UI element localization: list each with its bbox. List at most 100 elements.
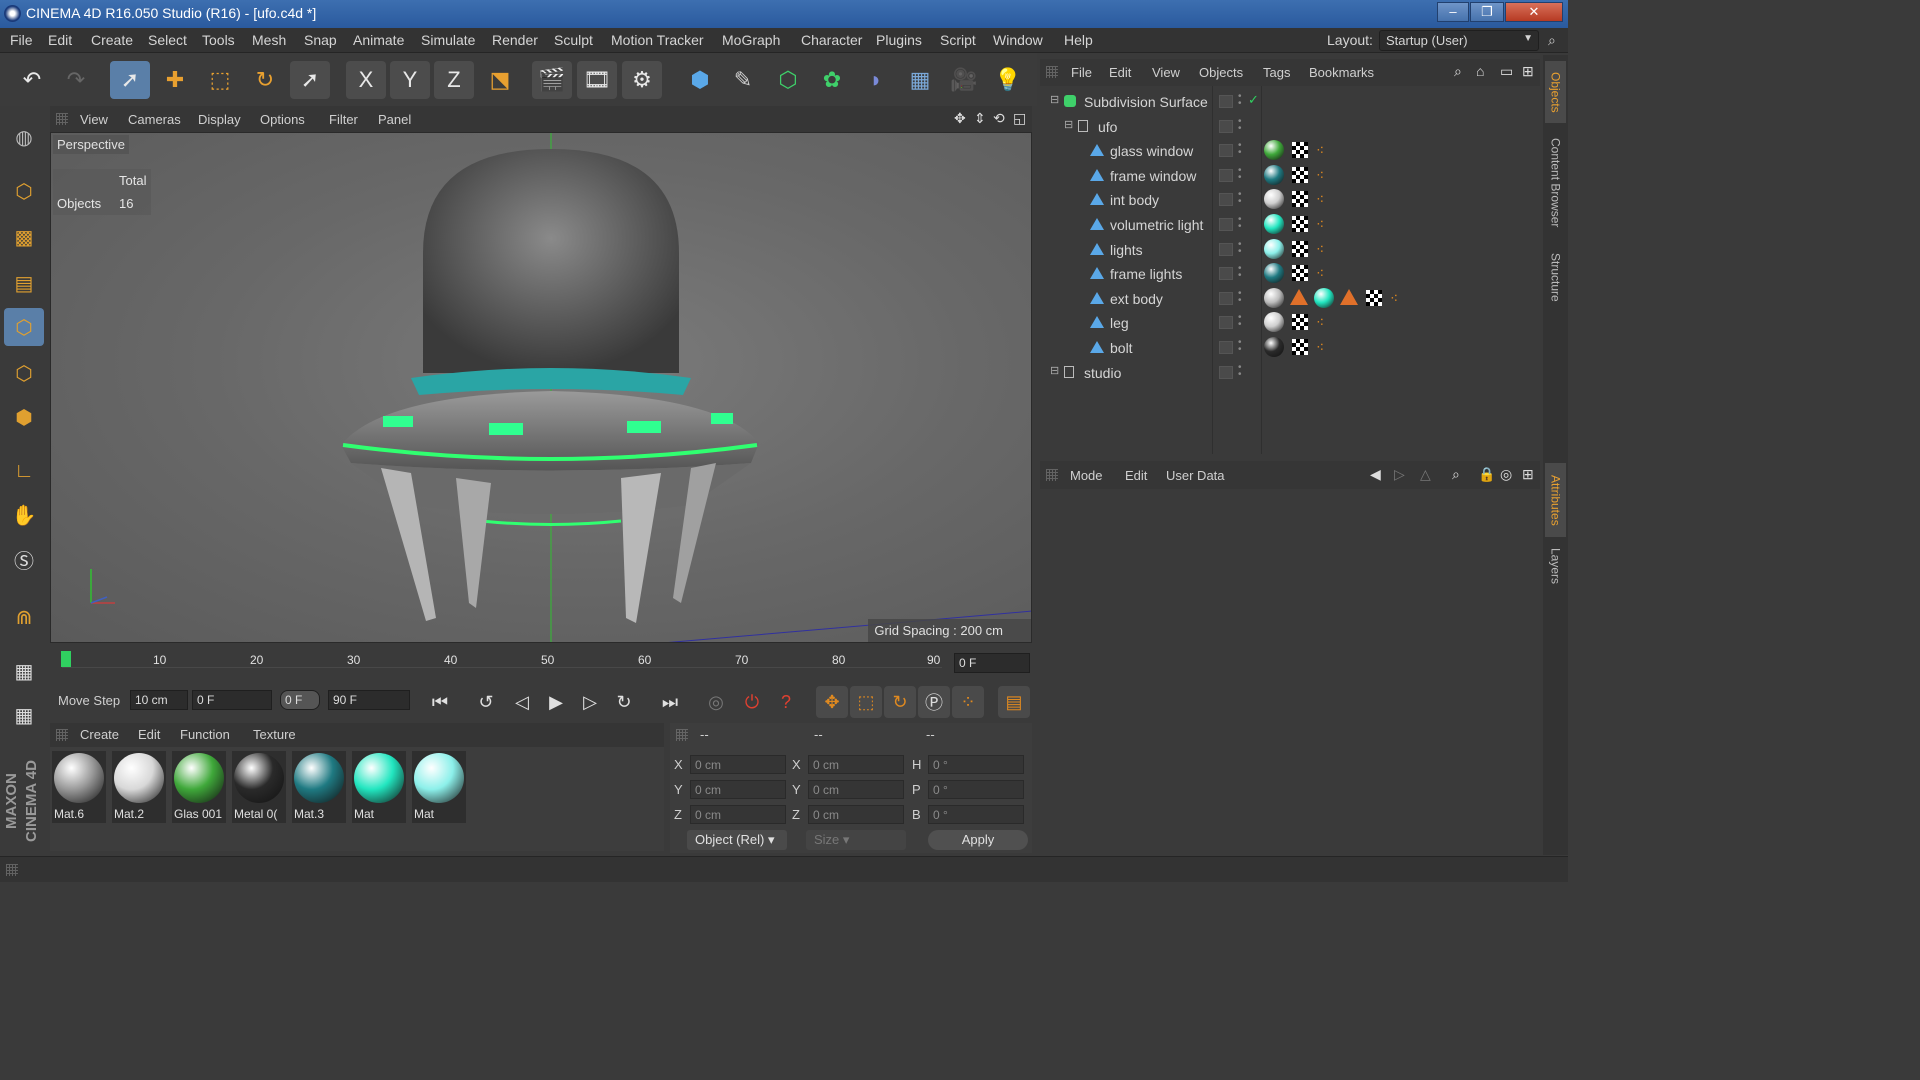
uvw-tag-icon[interactable] <box>1292 240 1308 257</box>
workplane-mode-icon[interactable]: ▤ <box>4 264 44 302</box>
object-name[interactable]: frame lights <box>1110 266 1182 282</box>
panel-grip-icon[interactable] <box>56 113 68 125</box>
cube-icon[interactable]: ⬢ <box>680 61 720 99</box>
object-row[interactable]: ⊟ ufo • • <box>1040 114 1540 138</box>
workplane-lock-icon[interactable]: ▦ <box>4 652 44 690</box>
render-visibility-dots[interactable]: • • <box>1238 288 1243 306</box>
coord-value-field[interactable]: 0 ° <box>928 780 1024 799</box>
material-tag-icon[interactable] <box>1314 287 1334 308</box>
key-rotation-icon[interactable]: ↻ <box>884 686 916 718</box>
material-tag-icon[interactable] <box>1264 263 1284 284</box>
tab-structure[interactable]: Structure <box>1545 243 1566 311</box>
go-to-start-icon[interactable]: ⏮ <box>424 686 456 718</box>
key-point-level-icon[interactable]: ⁘ <box>952 686 984 718</box>
menu-mesh[interactable]: Mesh <box>252 32 286 48</box>
array-icon[interactable]: ✿ <box>812 61 852 99</box>
selection-tag-icon[interactable]: ⁖ <box>1316 192 1330 206</box>
toggle-view-icon[interactable]: ◱ <box>1013 110 1026 127</box>
menu-create[interactable]: Create <box>91 32 133 48</box>
search-icon[interactable]: ⌕ <box>1548 32 1556 49</box>
render-visibility-dots[interactable]: • • <box>1238 190 1243 207</box>
home-icon[interactable]: ⌂ <box>1476 63 1484 79</box>
visibility-toggle[interactable] <box>1219 341 1233 354</box>
uvw-tag-icon[interactable] <box>1292 314 1308 331</box>
next-frame-icon[interactable]: ▷ <box>574 686 606 718</box>
coord-size-dropdown[interactable]: Size ▾ <box>806 830 906 850</box>
visibility-toggle[interactable] <box>1219 193 1233 207</box>
start-frame-field[interactable]: 0 F <box>192 690 272 710</box>
menu-plugins[interactable]: Plugins <box>876 32 922 48</box>
target-icon[interactable]: ◎ <box>1500 466 1512 483</box>
viewport-3d[interactable]: Perspective Total Objects 16 Grid Spacin… <box>50 132 1032 643</box>
material-menu-edit[interactable]: Edit <box>138 727 160 742</box>
object-name[interactable]: ufo <box>1098 119 1117 135</box>
selection-tag-icon[interactable]: ⁖ <box>1316 168 1330 182</box>
render-visibility-dots[interactable]: • • <box>1238 116 1243 134</box>
make-editable-icon[interactable]: ◍ <box>4 118 44 156</box>
maximize-panel-icon[interactable]: ⊞ <box>1522 466 1534 483</box>
om-menu-view[interactable]: View <box>1152 65 1180 80</box>
material-swatch[interactable]: Metal 0( <box>232 751 286 823</box>
search-icon[interactable]: ⌕ <box>1454 63 1462 80</box>
menu-render[interactable]: Render <box>492 32 538 48</box>
panel-grip-icon[interactable] <box>56 729 68 741</box>
autokeying-icon[interactable]: ⏻ <box>736 686 768 718</box>
model-mode-icon[interactable]: ⬡ <box>4 172 44 210</box>
menu-sculpt[interactable]: Sculpt <box>554 32 593 48</box>
menu-select[interactable]: Select <box>148 32 187 48</box>
menu-character[interactable]: Character <box>801 32 862 48</box>
render-picture-viewer-icon[interactable]: 🎞 <box>577 61 617 99</box>
material-swatch[interactable]: Glas 001 <box>172 751 226 823</box>
coord-value-field[interactable]: 0 cm <box>690 780 786 799</box>
coord-value-field[interactable]: 0 cm <box>808 780 904 799</box>
attr-menu-mode[interactable]: Mode <box>1070 468 1103 483</box>
polygons-mode-icon[interactable]: ⬢ <box>4 398 44 436</box>
move-icon[interactable]: ✚ <box>155 61 195 99</box>
selection-tag-icon[interactable]: ⁖ <box>1316 242 1330 256</box>
apply-button[interactable]: Apply <box>928 830 1028 850</box>
uvw-tag-icon[interactable] <box>1366 289 1382 306</box>
viewport-menu-filter[interactable]: Filter <box>329 112 358 127</box>
selection-tag-icon[interactable]: ⁖ <box>1316 217 1330 231</box>
material-tag-icon[interactable] <box>1264 312 1284 333</box>
render-visibility-dots[interactable]: • • <box>1238 362 1243 380</box>
object-name[interactable]: frame window <box>1110 168 1196 184</box>
tweak-mode-icon[interactable]: ✋ <box>4 496 44 534</box>
selection-tag-icon[interactable]: ⁖ <box>1316 143 1330 157</box>
object-row[interactable]: lights • • ⁖ <box>1040 237 1540 261</box>
viewport-menu-display[interactable]: Display <box>198 112 241 127</box>
tab-layers[interactable]: Layers <box>1545 541 1566 591</box>
move-step-field[interactable]: 10 cm <box>130 690 188 710</box>
material-tag-icon[interactable] <box>1264 214 1284 234</box>
material-menu-create[interactable]: Create <box>80 727 119 742</box>
selection-tag-icon[interactable]: ⁖ <box>1390 291 1404 305</box>
object-row[interactable]: volumetric light • • ⁖ <box>1040 212 1540 236</box>
key-parameter-icon[interactable]: Ⓟ <box>918 686 950 718</box>
coord-value-field[interactable]: 0 cm <box>808 755 904 774</box>
tab-content-browser[interactable]: Content Browser <box>1545 127 1566 239</box>
object-name[interactable]: leg <box>1110 315 1129 331</box>
visibility-toggle[interactable] <box>1219 119 1233 133</box>
maximize-button[interactable]: ❐ <box>1470 2 1504 22</box>
menu-edit[interactable]: Edit <box>48 32 72 48</box>
visibility-toggle[interactable] <box>1219 316 1233 330</box>
coord-value-field[interactable]: 0 ° <box>928 755 1024 774</box>
coord-value-field[interactable]: 0 ° <box>928 805 1024 824</box>
new-view-icon[interactable]: ▭ <box>1500 63 1513 80</box>
zoom-view-icon[interactable]: ⇕ <box>974 110 986 127</box>
points-mode-icon[interactable]: ⬡ <box>4 308 44 346</box>
material-tag-icon[interactable] <box>1264 238 1284 259</box>
selection-tag-icon[interactable]: ⁖ <box>1316 266 1330 280</box>
expand-toggle-icon[interactable]: ⊟ <box>1050 93 1059 106</box>
om-menu-edit[interactable]: Edit <box>1109 65 1131 80</box>
uvw-tag-icon[interactable] <box>1292 339 1308 355</box>
snapping-icon[interactable]: Ⓢ <box>4 540 44 578</box>
selection-tag-icon[interactable]: ⁖ <box>1316 340 1330 354</box>
object-name[interactable]: lights <box>1110 242 1143 258</box>
panel-grip-icon[interactable] <box>1046 469 1058 481</box>
material-swatch[interactable]: Mat <box>412 751 466 823</box>
scale-icon[interactable]: ⬚ <box>200 61 240 99</box>
viewport-menu-options[interactable]: Options <box>260 112 305 127</box>
coordinate-system-icon[interactable]: ⬔ <box>480 61 520 99</box>
expand-toggle-icon[interactable]: ⊟ <box>1064 118 1073 131</box>
